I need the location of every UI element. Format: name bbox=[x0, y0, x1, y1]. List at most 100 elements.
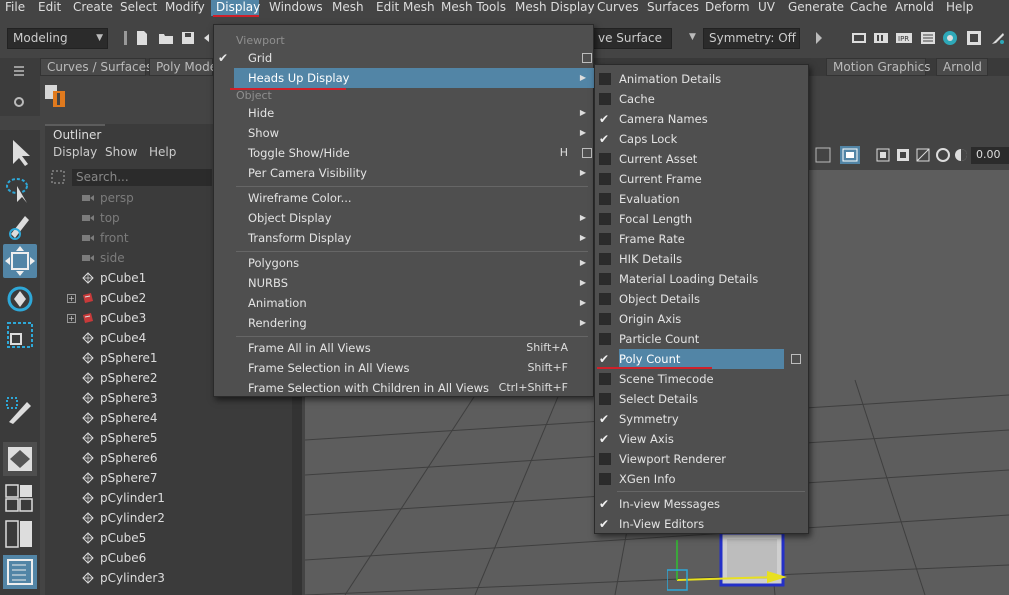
option-box-icon[interactable] bbox=[582, 148, 592, 158]
outliner-object-item[interactable]: pCube4 bbox=[100, 329, 146, 347]
outliner-object-item[interactable]: pCube6 bbox=[100, 549, 146, 567]
symmetry-dropdown[interactable]: Symmetry: Off bbox=[703, 28, 800, 49]
outliner-camera-item[interactable]: side bbox=[100, 249, 125, 267]
menu-mesh-tools[interactable]: Mesh Tools bbox=[441, 0, 506, 16]
outliner-object-item[interactable]: pSphere7 bbox=[100, 469, 158, 487]
shelf-tab-poly-modeling[interactable]: Poly Mode bbox=[149, 58, 217, 76]
outliner-object-item[interactable]: pSphere5 bbox=[100, 429, 158, 447]
menu-edit[interactable]: Edit bbox=[38, 0, 61, 16]
open-scene-icon[interactable] bbox=[158, 30, 174, 46]
new-scene-icon[interactable] bbox=[134, 30, 150, 46]
hud-item-current-asset[interactable]: Current Asset bbox=[619, 149, 784, 169]
shelf-tab-curves-surfaces[interactable]: Curves / Surfaces bbox=[40, 58, 152, 76]
hud-item-current-frame[interactable]: Current Frame bbox=[619, 169, 784, 189]
hypershade-icon[interactable] bbox=[942, 30, 958, 46]
outliner-object-item[interactable]: pSphere4 bbox=[100, 409, 158, 427]
menu-help[interactable]: Help bbox=[946, 0, 973, 16]
menu-item-heads-up-display[interactable]: Heads Up Display ▶ bbox=[234, 68, 594, 88]
outliner-object-item[interactable]: pCylinder3 bbox=[100, 569, 165, 587]
move-manipulator-icon[interactable] bbox=[667, 540, 797, 595]
menu-item-show[interactable]: Show ▶ bbox=[234, 123, 594, 143]
menu-item-nurbs[interactable]: NURBS ▶ bbox=[234, 273, 594, 293]
menu-item-animation[interactable]: Animation ▶ bbox=[234, 293, 594, 313]
menu-mesh-display[interactable]: Mesh Display bbox=[515, 0, 595, 16]
hud-item-origin-axis[interactable]: Origin Axis bbox=[619, 309, 784, 329]
outliner-filter-icon[interactable] bbox=[50, 169, 66, 185]
hud-item-animation-details[interactable]: Animation Details bbox=[619, 69, 784, 89]
hud-item-viewport-renderer[interactable]: Viewport Renderer bbox=[619, 449, 784, 469]
menu-mesh[interactable]: Mesh bbox=[332, 0, 364, 16]
menu-modify[interactable]: Modify bbox=[165, 0, 205, 16]
outliner-search-input[interactable]: Search... bbox=[72, 169, 212, 186]
hud-item-poly-count[interactable]: Poly Count bbox=[619, 349, 784, 369]
menu-display[interactable]: Display bbox=[211, 0, 260, 16]
last-tool-icon[interactable] bbox=[3, 394, 37, 428]
menu-deform[interactable]: Deform bbox=[705, 0, 750, 16]
hud-item-frame-rate[interactable]: Frame Rate bbox=[619, 229, 784, 249]
select-tool-icon[interactable] bbox=[3, 136, 37, 170]
outliner-object-item[interactable]: pCube3 bbox=[100, 309, 146, 327]
shelf-tab-motion-graphics[interactable]: Motion Graphics bbox=[826, 58, 931, 76]
rotate-tool-icon[interactable] bbox=[3, 282, 37, 316]
hud-item-xgen-info[interactable]: XGen Info bbox=[619, 469, 784, 489]
render-view-icon[interactable] bbox=[966, 30, 982, 46]
mode-dropdown[interactable]: Modeling ▼ bbox=[7, 28, 108, 49]
gate-mask-icon[interactable] bbox=[895, 147, 911, 163]
resolution-gate-icon[interactable] bbox=[875, 147, 891, 163]
hud-item-cache[interactable]: Cache bbox=[619, 89, 784, 109]
expand-toggle-icon[interactable]: + bbox=[67, 314, 76, 323]
gear-icon[interactable] bbox=[13, 96, 25, 108]
two-view-layout-icon[interactable] bbox=[5, 520, 33, 548]
menu-item-object-display[interactable]: Object Display ▶ bbox=[234, 208, 594, 228]
outliner-object-item[interactable]: pSphere6 bbox=[100, 449, 158, 467]
hud-item-view-axis[interactable]: View Axis bbox=[619, 429, 784, 449]
film-gate-button[interactable] bbox=[840, 146, 860, 164]
hud-item-particle-count[interactable]: Particle Count bbox=[619, 329, 784, 349]
outliner-camera-item[interactable]: persp bbox=[100, 189, 134, 207]
hud-item-evaluation[interactable]: Evaluation bbox=[619, 189, 784, 209]
separator-arrow-icon[interactable] bbox=[812, 30, 828, 46]
hud-item-material-loading-details[interactable]: Material Loading Details bbox=[619, 269, 784, 289]
menu-edit-mesh[interactable]: Edit Mesh bbox=[376, 0, 435, 16]
shelf-tool-icon[interactable] bbox=[43, 81, 69, 109]
menu-item-polygons[interactable]: Polygons ▶ bbox=[234, 253, 594, 273]
menu-item-hide[interactable]: Hide ▶ bbox=[234, 103, 594, 123]
menu-item-per-camera-visibility[interactable]: Per Camera Visibility ▶ bbox=[234, 163, 594, 183]
safe-action-icon[interactable] bbox=[935, 147, 951, 163]
expand-toggle-icon[interactable]: + bbox=[67, 294, 76, 303]
outliner-object-item[interactable]: pSphere3 bbox=[100, 389, 158, 407]
ipr-render-icon[interactable]: IPR bbox=[896, 30, 912, 46]
shelf-tab-arnold[interactable]: Arnold bbox=[936, 58, 988, 76]
hud-item-scene-timecode[interactable]: Scene Timecode bbox=[619, 369, 784, 389]
menu-item-rendering[interactable]: Rendering ▶ bbox=[234, 313, 594, 333]
outliner-object-item[interactable]: pCube1 bbox=[100, 269, 146, 287]
hud-item-hik-details[interactable]: HIK Details bbox=[619, 249, 784, 269]
menu-item-grid[interactable]: Grid bbox=[234, 48, 594, 68]
hud-item-select-details[interactable]: Select Details bbox=[619, 389, 784, 409]
render-frame-icon[interactable] bbox=[851, 30, 867, 46]
menu-file[interactable]: File bbox=[5, 0, 25, 16]
outliner-camera-item[interactable]: front bbox=[100, 229, 129, 247]
menu-item-frame-all[interactable]: Frame All in All Views Shift+A bbox=[234, 338, 594, 358]
render-settings-icon[interactable] bbox=[920, 30, 936, 46]
outliner-camera-item[interactable]: top bbox=[100, 209, 120, 227]
chevron-down-icon[interactable]: ▼ bbox=[689, 32, 696, 42]
menu-create[interactable]: Create bbox=[73, 0, 113, 16]
outliner-object-item[interactable]: pCube5 bbox=[100, 529, 146, 547]
option-box-icon[interactable] bbox=[582, 53, 592, 63]
outliner-object-item[interactable]: pSphere2 bbox=[100, 369, 158, 387]
shelf-menu-icon[interactable] bbox=[12, 64, 26, 78]
single-perspective-layout-button[interactable] bbox=[3, 442, 37, 476]
outliner-object-item[interactable]: pSphere1 bbox=[100, 349, 158, 367]
hud-item-camera-names[interactable]: Camera Names bbox=[619, 109, 784, 129]
menu-item-frame-selection[interactable]: Frame Selection in All Views Shift+F bbox=[234, 358, 594, 378]
hud-item-in-view-messages[interactable]: In-view Messages bbox=[619, 494, 784, 514]
menu-select[interactable]: Select bbox=[120, 0, 157, 16]
menu-cache[interactable]: Cache bbox=[850, 0, 887, 16]
live-surface-field[interactable]: ve Surface bbox=[592, 28, 672, 49]
exposure-field[interactable]: 0.00 bbox=[971, 147, 1009, 164]
lasso-tool-icon[interactable] bbox=[3, 172, 37, 206]
menu-generate[interactable]: Generate bbox=[788, 0, 844, 16]
outliner-layout-button[interactable] bbox=[3, 555, 37, 589]
menu-windows[interactable]: Windows bbox=[269, 0, 323, 16]
